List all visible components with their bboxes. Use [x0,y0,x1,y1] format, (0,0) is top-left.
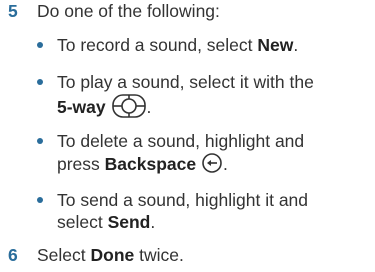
menu-item-new: New [257,35,294,55]
5-way-navigator-icon [111,93,147,124]
bullet-delete-line-1: To delete a sound, highlight and [57,131,305,151]
step-text: Select Done twice. [37,245,184,265]
button-done: Done [90,245,135,265]
bullet-send-line-2: select Send. [57,212,156,232]
key-5-way: 5-way [57,97,106,118]
bullet-dot [37,79,43,85]
step-text: Do one of the following: [37,1,220,21]
bullet-dot [37,42,43,48]
bullet-dot [37,138,43,144]
menu-item-send: Send [107,212,151,232]
bullet-play-line-1: To play a sound, select it with the [57,72,314,92]
step-5: 5 Do one of the following: [0,0,375,22]
bullet-record-line-1: To record a sound, select New. [57,35,299,55]
bullet-dot [37,197,43,203]
step-6: 6 Select Done twice. [0,244,375,266]
step-number: 6 [8,245,18,265]
bullet-send-line-1: To send a sound, highlight it and [57,190,309,210]
backspace-key-icon [201,152,223,179]
step-number: 5 [8,1,18,21]
bullet-delete-line-2: press Backspace . [57,152,228,179]
bullet-play-line-2: 5-way . [57,93,151,124]
key-backspace: Backspace [104,154,197,175]
